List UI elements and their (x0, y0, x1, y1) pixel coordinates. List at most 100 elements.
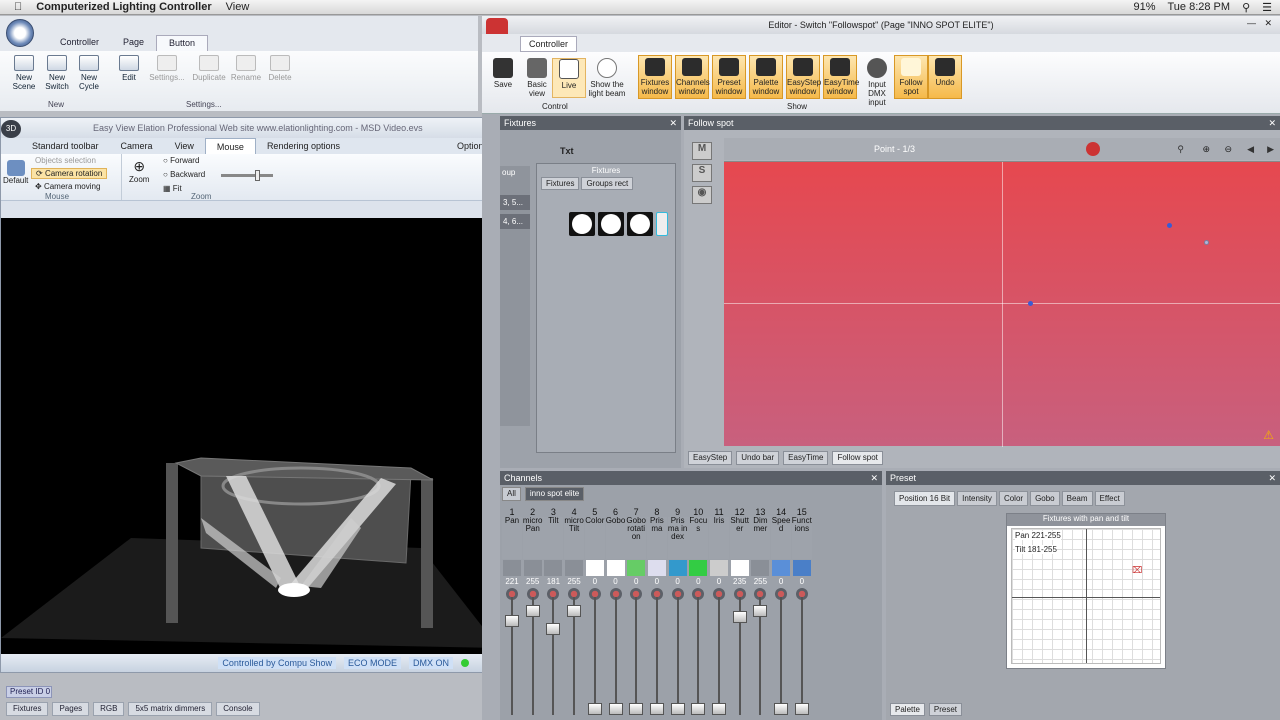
fixture-icon[interactable] (598, 212, 624, 236)
zoom-button[interactable]: ⊕ Zoom (129, 158, 149, 184)
channel-fader[interactable] (753, 605, 768, 617)
tab-rendering-options[interactable]: Rendering options (256, 138, 351, 154)
close-button[interactable]: ✕ (1264, 18, 1272, 29)
rec-icon[interactable] (1086, 142, 1100, 156)
zoom-fit-option[interactable]: ▦ Fit (163, 184, 182, 193)
close-icon[interactable]: ✕ (1268, 118, 1276, 129)
tab-mouse[interactable]: Mouse (204, 138, 256, 154)
channel-swatch[interactable] (710, 560, 728, 576)
subtab-inno-spot-elite[interactable]: inno spot elite (524, 487, 585, 501)
easytime-window-button[interactable]: EasyTime window (823, 55, 859, 99)
duplicate-button[interactable]: Duplicate (190, 55, 228, 82)
new-switch-button[interactable]: New Switch (41, 55, 73, 91)
live-button[interactable]: Live (552, 58, 586, 98)
edit-button[interactable]: Edit (113, 55, 145, 82)
tab-button[interactable]: Button (156, 35, 209, 51)
channel-swatch[interactable] (647, 560, 666, 576)
channel-swatch[interactable] (503, 560, 521, 576)
channel-fader[interactable] (608, 703, 623, 715)
tab-rgb[interactable]: RGB (93, 702, 125, 716)
zoom-forward-option[interactable]: ○ Forward (163, 156, 199, 165)
channel-fader[interactable] (670, 703, 685, 715)
search-icon[interactable]: ⚲ (1242, 1, 1250, 14)
channel-swatch[interactable] (792, 560, 811, 576)
fixture-icon[interactable] (627, 212, 653, 236)
tab-standard-toolbar[interactable]: Standard toolbar (21, 138, 110, 154)
tab-easytime[interactable]: EasyTime (783, 451, 829, 465)
save-button[interactable]: Save (486, 58, 520, 89)
channel-swatch[interactable] (606, 560, 625, 576)
mode-fixture-button[interactable]: ◉ (692, 186, 712, 204)
tab-preset[interactable]: Preset (928, 703, 963, 716)
zoom-slider-handle[interactable] (255, 170, 260, 181)
tab-editor-controller[interactable]: Controller (520, 36, 578, 52)
preset-window-button[interactable]: Preset window (712, 55, 746, 99)
channel-fader[interactable] (546, 623, 561, 635)
tab-fixtures[interactable]: Fixtures (6, 702, 49, 716)
delete-button[interactable]: Delete (264, 55, 296, 82)
camera-rotation-option[interactable]: ⟳ Camera rotation (31, 168, 108, 179)
apple-icon[interactable]:  (14, 1, 22, 13)
channel-swatch[interactable] (544, 560, 563, 576)
channel-swatch[interactable] (523, 560, 542, 576)
channel-swatch[interactable] (730, 560, 749, 576)
previous-icon[interactable]: ◀ (1247, 144, 1254, 155)
close-icon[interactable]: ✕ (1268, 473, 1276, 484)
fixtures-window-button[interactable]: Fixtures window (638, 55, 672, 99)
channel-fader[interactable] (732, 611, 747, 623)
tab-pages[interactable]: Pages (52, 702, 90, 716)
list-icon[interactable]: ☰ (1262, 1, 1272, 14)
point-marker[interactable] (1204, 240, 1209, 245)
tab-palette[interactable]: Palette (890, 703, 925, 716)
follow-spot-pad[interactable]: ⚠ (724, 161, 1280, 447)
tab-camera[interactable]: Camera (110, 138, 164, 154)
follow-spot-button[interactable]: Follow spot (894, 55, 928, 99)
tab-page[interactable]: Page (111, 35, 156, 51)
channel-fader[interactable] (629, 703, 644, 715)
easystep-window-button[interactable]: EasyStep window (786, 55, 821, 99)
tab-follow-spot[interactable]: Follow spot (832, 451, 883, 465)
close-icon[interactable]: ✕ (870, 473, 878, 484)
channel-fader[interactable] (525, 605, 540, 617)
close-icon[interactable]: ✕ (669, 118, 677, 129)
channel-swatch[interactable] (627, 560, 646, 576)
tab-matrix-dimmers[interactable]: 5x5 matrix dimmers (128, 702, 213, 716)
app-menu[interactable]: Computerized Lighting Controller (36, 1, 211, 13)
zoom-slider[interactable] (221, 170, 273, 181)
new-cycle-button[interactable]: New Cycle (73, 55, 105, 91)
channels-window-button[interactable]: Channels window (675, 55, 710, 99)
palette-window-button[interactable]: Palette window (749, 55, 783, 99)
channel-fader[interactable] (567, 605, 582, 617)
zoom-backward-option[interactable]: ○ Backward (163, 170, 205, 179)
dmx-input-button[interactable]: Input DMX input (860, 58, 894, 107)
channel-swatch[interactable] (565, 560, 584, 576)
add-point-icon[interactable]: ⊕ (1202, 144, 1210, 155)
subtab-all[interactable]: All (502, 487, 521, 501)
channel-fader[interactable] (774, 703, 789, 715)
tab-easystep[interactable]: EasyStep (688, 451, 733, 465)
channel-fader[interactable] (712, 703, 726, 715)
tab-position-16bit[interactable]: Position 16 Bit (894, 491, 956, 506)
txt-toggle[interactable]: Txt (560, 146, 574, 156)
menu-view[interactable]: View (226, 1, 250, 13)
channel-fader[interactable] (691, 703, 706, 715)
tab-gobo[interactable]: Gobo (1030, 491, 1060, 506)
point-marker[interactable] (1167, 223, 1172, 228)
rename-button[interactable]: Rename (230, 55, 262, 82)
undo-button[interactable]: Undo (928, 55, 962, 99)
default-mouse-button[interactable]: Default (3, 160, 28, 185)
tab-beam[interactable]: Beam (1061, 491, 1093, 506)
channel-fader[interactable] (587, 703, 602, 715)
tab-intensity[interactable]: Intensity (957, 491, 997, 506)
channel-fader[interactable] (794, 703, 809, 715)
channel-swatch[interactable] (668, 560, 687, 576)
mode-m-button[interactable]: M (692, 142, 712, 160)
zoom-icon[interactable]: ⚲ (1177, 144, 1184, 155)
tab-color[interactable]: Color (998, 491, 1029, 506)
mode-s-button[interactable]: S (692, 164, 712, 182)
app-logo-icon[interactable] (6, 19, 34, 47)
3d-viewport[interactable] (1, 218, 499, 654)
new-scene-button[interactable]: New Scene (8, 55, 40, 91)
minimize-button[interactable]: — (1247, 18, 1256, 28)
channel-swatch[interactable] (689, 560, 708, 576)
